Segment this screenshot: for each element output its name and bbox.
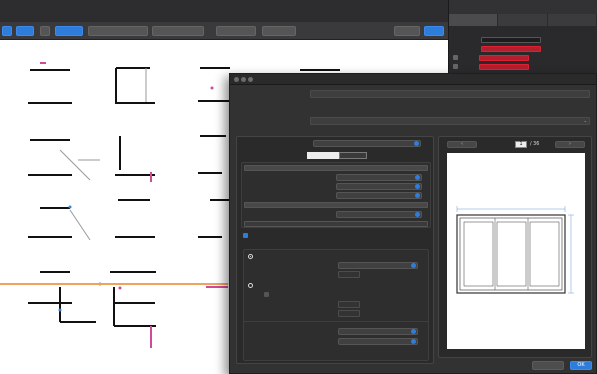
- chevron-right-icon: ›: [569, 141, 571, 147]
- custom-scale-field[interactable]: [338, 271, 360, 278]
- source-row: [238, 90, 590, 98]
- tab-detail[interactable]: [339, 152, 367, 159]
- image-settings-panel: [236, 136, 434, 364]
- toolbar-snap-button[interactable]: [424, 26, 444, 36]
- alignment-group: [243, 321, 429, 361]
- class-button[interactable]: [244, 165, 428, 171]
- inspector-field-1[interactable]: [481, 36, 541, 43]
- selection-row: [238, 99, 590, 107]
- inspector-tab-2[interactable]: [548, 14, 597, 26]
- scale-radio[interactable]: [248, 254, 253, 259]
- view-select[interactable]: [336, 183, 422, 190]
- toolbar-renovation-select[interactable]: [152, 26, 204, 36]
- stepper-arrows-icon: [415, 193, 420, 198]
- preview-canvas: [447, 153, 585, 349]
- toolbar-scale-select[interactable]: [216, 26, 256, 36]
- image-preview-panel: ‹ 1 / 36 ›: [438, 136, 592, 358]
- toolbar-tool-button[interactable]: [40, 26, 50, 36]
- prev-cell-button[interactable]: ‹: [447, 141, 477, 148]
- height-field[interactable]: [338, 310, 360, 317]
- dialog-title-bar: [230, 74, 596, 85]
- stepper-arrows-icon: [415, 184, 420, 189]
- background-render-select[interactable]: [336, 192, 422, 199]
- outline-render-select[interactable]: [336, 211, 422, 218]
- doors-checkbox[interactable]: [243, 233, 248, 238]
- horizontal-align-select[interactable]: [338, 338, 418, 345]
- image-select[interactable]: ⌄: [310, 117, 590, 125]
- detail-level-select[interactable]: [336, 174, 422, 181]
- inspector-field-4[interactable]: [479, 63, 529, 70]
- toolbar-layer-button[interactable]: [16, 26, 34, 36]
- inspector-field-2[interactable]: [481, 45, 541, 52]
- close-window-button[interactable]: [234, 77, 239, 82]
- stepper-arrows-icon: [415, 175, 420, 180]
- stepper-arrows-icon: [411, 329, 416, 334]
- tab-general[interactable]: [307, 152, 339, 159]
- background-settings-button[interactable]: [244, 202, 428, 208]
- inspector-section-header: [449, 26, 597, 35]
- type-row: [238, 108, 590, 116]
- screen: ⌄ ‹ 1 / 36 › OK: [0, 0, 597, 374]
- inspector-tab-0[interactable]: [449, 14, 499, 26]
- inspector-tab-1[interactable]: [498, 14, 548, 26]
- toolbar-view-select[interactable]: [262, 26, 296, 36]
- minimize-window-button[interactable]: [241, 77, 246, 82]
- toolbar-toggle-button[interactable]: [2, 26, 12, 36]
- outline-settings-button[interactable]: [244, 221, 428, 227]
- stepper-arrows-icon: [411, 339, 416, 344]
- inspector-tabs: [449, 14, 597, 26]
- image-row: ⌄: [238, 117, 590, 125]
- general-settings-group: [241, 162, 431, 228]
- inspector-row-icon: [453, 64, 458, 69]
- fit-checkbox[interactable]: [264, 292, 269, 297]
- cell-number-input[interactable]: 1: [515, 141, 527, 148]
- inspector-field-3[interactable]: [479, 54, 529, 61]
- inspector-row-4: [449, 62, 597, 71]
- next-cell-button[interactable]: ›: [555, 141, 585, 148]
- fit-size-radio[interactable]: [248, 283, 253, 288]
- stepper-arrows-icon: [415, 212, 420, 217]
- ok-button[interactable]: OK: [570, 361, 592, 370]
- inspector-row-1: [449, 35, 597, 44]
- source-path-field: [310, 90, 590, 98]
- inspector-row-2: [449, 44, 597, 53]
- inspector-top-bar: [449, 0, 597, 14]
- chevron-down-icon: ⌄: [583, 118, 587, 123]
- toolbar-story-select[interactable]: [55, 26, 83, 36]
- toolbar-zoom-select[interactable]: [394, 26, 420, 36]
- inspector-row-3: [449, 53, 597, 62]
- stepper-arrows-icon: [411, 263, 416, 268]
- chevron-left-icon: ‹: [461, 141, 463, 147]
- inspector-row-icon: [453, 55, 458, 60]
- width-field[interactable]: [338, 301, 360, 308]
- window-elevation-drawing: [456, 206, 574, 294]
- toolbar-structure-select[interactable]: [88, 26, 148, 36]
- vertical-align-select[interactable]: [338, 328, 418, 335]
- cancel-button[interactable]: [532, 361, 564, 370]
- cell-total: / 36: [530, 142, 540, 147]
- display-mode-select[interactable]: [313, 140, 421, 147]
- legend-image-dialog: ⌄ ‹ 1 / 36 › OK: [229, 73, 597, 374]
- scale-select[interactable]: [338, 262, 418, 269]
- stepper-arrows-icon: [414, 141, 419, 146]
- zoom-window-button[interactable]: [248, 77, 253, 82]
